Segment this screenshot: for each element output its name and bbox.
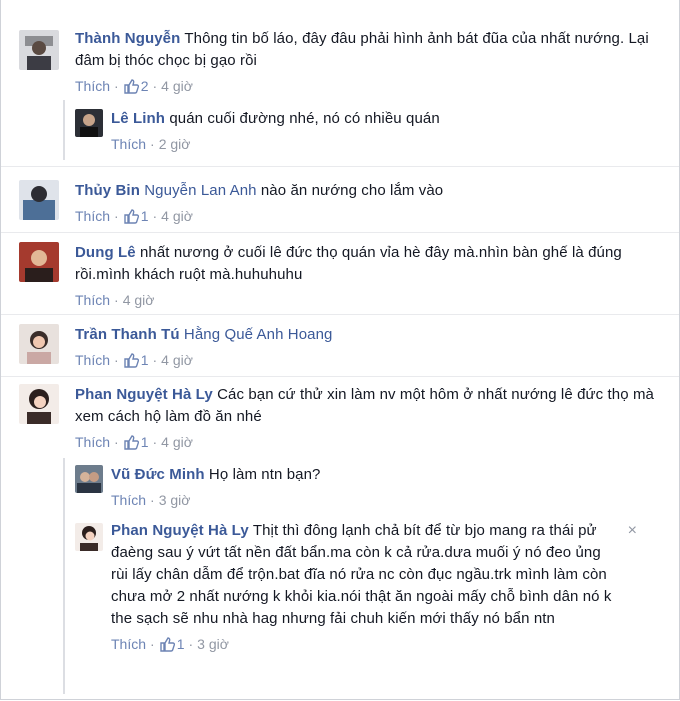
comment-author[interactable]: Phan Nguyệt Hà Ly xyxy=(111,522,249,539)
like-count[interactable]: 2 xyxy=(123,76,148,96)
avatar[interactable] xyxy=(75,109,103,137)
reply-thread-line xyxy=(63,458,65,694)
like-button[interactable]: Thích xyxy=(75,290,110,310)
avatar[interactable] xyxy=(19,384,59,424)
comment-text: nào ăn nướng cho lắm vào xyxy=(260,182,444,199)
tagged-user[interactable]: Nguyễn Lan Anh xyxy=(144,182,256,199)
close-icon[interactable]: × xyxy=(628,522,637,540)
avatar[interactable] xyxy=(19,30,59,70)
thumbs-up-icon xyxy=(123,209,139,224)
timestamp[interactable]: 4 giờ xyxy=(161,76,193,96)
separator xyxy=(1,376,679,377)
like-button[interactable]: Thích xyxy=(111,490,146,510)
like-button[interactable]: Thích xyxy=(111,134,146,154)
comment-author[interactable]: Dung Lê xyxy=(75,244,136,261)
timestamp[interactable]: 4 giờ xyxy=(161,206,193,226)
separator xyxy=(1,314,679,315)
tagged-user[interactable]: Hằng Quế Anh Hoang xyxy=(184,326,333,343)
avatar[interactable] xyxy=(19,180,59,220)
separator xyxy=(1,166,679,167)
like-count[interactable]: 1 xyxy=(123,206,148,226)
comment-text: quán cuối đường nhé, nó có nhiều quán xyxy=(169,110,440,127)
comment-text: nhất nương ở cuối lê đức thọ quán vỉa hè… xyxy=(75,244,622,283)
avatar[interactable] xyxy=(75,523,103,551)
like-button[interactable]: Thích xyxy=(111,634,146,654)
like-button[interactable]: Thích xyxy=(75,206,110,226)
like-button[interactable]: Thích xyxy=(75,432,110,452)
like-button[interactable]: Thích xyxy=(75,76,110,96)
timestamp[interactable]: 4 giờ xyxy=(161,432,193,452)
timestamp[interactable]: 4 giờ xyxy=(161,350,193,370)
comment-thread: Thành Nguyễn Thông tin bố láo, đây đâu p… xyxy=(0,0,680,700)
timestamp[interactable]: 3 giờ xyxy=(159,490,191,510)
comment-author[interactable]: Phan Nguyệt Hà Ly xyxy=(75,386,213,403)
like-button[interactable]: Thích xyxy=(75,350,110,370)
timestamp[interactable]: 4 giờ xyxy=(123,290,155,310)
avatar[interactable] xyxy=(19,324,59,364)
timestamp[interactable]: 2 giờ xyxy=(159,134,191,154)
avatar[interactable] xyxy=(75,465,103,493)
like-count[interactable]: 1 xyxy=(123,350,148,370)
separator xyxy=(1,232,679,233)
thumbs-up-icon xyxy=(123,435,139,450)
comment-author[interactable]: Thành Nguyễn xyxy=(75,30,180,47)
like-count[interactable]: 1 xyxy=(159,634,184,654)
timestamp[interactable]: 3 giờ xyxy=(197,634,229,654)
comment-author[interactable]: Thủy Bin xyxy=(75,182,140,199)
comment-author[interactable]: Trần Thanh Tú xyxy=(75,326,180,343)
thumbs-up-icon xyxy=(123,79,139,94)
like-count[interactable]: 1 xyxy=(123,432,148,452)
avatar[interactable] xyxy=(19,242,59,282)
thumbs-up-icon xyxy=(159,637,175,652)
comment-text: Họ làm ntn bạn? xyxy=(208,466,321,483)
reply-thread-line xyxy=(63,100,65,160)
thumbs-up-icon xyxy=(123,353,139,368)
comment-author[interactable]: Vũ Đức Minh xyxy=(111,466,205,483)
comment-author[interactable]: Lê Linh xyxy=(111,110,165,127)
